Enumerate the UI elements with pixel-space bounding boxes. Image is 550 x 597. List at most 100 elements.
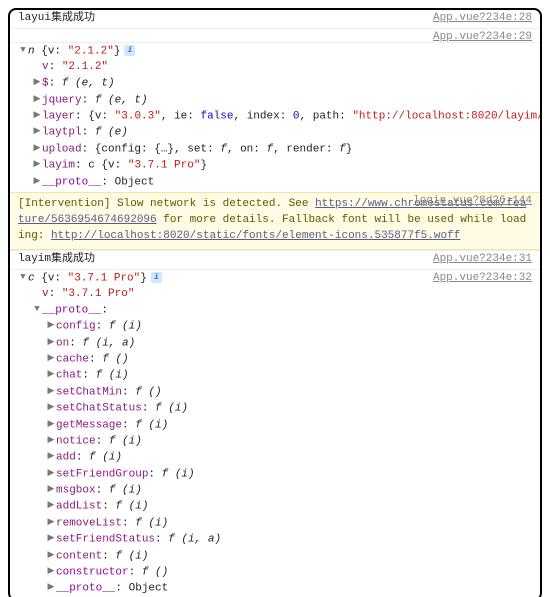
prop-value: f (i)	[115, 501, 148, 513]
prop-value: f (i, a)	[82, 337, 135, 349]
prop-key: v	[42, 61, 49, 73]
prop-value: f (i)	[135, 517, 168, 529]
prop-value: f (i)	[89, 452, 122, 464]
twisty-closed-icon[interactable]: ▶	[46, 336, 56, 349]
twisty-closed-icon[interactable]: ▶	[46, 565, 56, 578]
tree-node[interactable]: v: "3.7.1 Pro"	[18, 287, 532, 303]
prop-value: "2.1.2"	[62, 61, 108, 73]
obj-constructor: c	[28, 272, 41, 284]
twisty-closed-icon[interactable]: ▶	[32, 93, 42, 106]
tree-node[interactable]: ▶layim: c {v: "3.7.1 Pro"}	[18, 158, 532, 174]
prop-value: f ()	[135, 386, 161, 398]
tree-node[interactable]: ▶addList: f (i)	[18, 499, 532, 515]
tree-node[interactable]: v: "2.1.2"	[18, 60, 532, 76]
twisty-open-icon[interactable]: ▼	[18, 44, 28, 57]
tree-node[interactable]: ▶constructor: f ()	[18, 565, 532, 581]
twisty-closed-icon[interactable]: ▶	[46, 352, 56, 365]
tree-node[interactable]: ▶removeList: f (i)	[18, 516, 532, 532]
tree-node[interactable]: ▶__proto__: Object	[18, 175, 532, 191]
obj-constructor: n	[28, 45, 41, 57]
prop-value: f (i)	[115, 550, 148, 562]
twisty-open-icon[interactable]: ▼	[18, 271, 28, 284]
twisty-closed-icon[interactable]: ▶	[46, 532, 56, 545]
tree-node[interactable]: ▶laytpl: f (e)	[18, 125, 532, 141]
prop-value: "3.7.1 Pro"	[62, 288, 135, 300]
twisty-closed-icon[interactable]: ▶	[46, 401, 56, 414]
twisty-closed-icon[interactable]: ▶	[32, 175, 42, 188]
twisty-closed-icon[interactable]: ▶	[46, 467, 56, 480]
twisty-closed-icon[interactable]: ▶	[46, 368, 56, 381]
twisty-closed-icon[interactable]: ▶	[46, 483, 56, 496]
twisty-closed-icon[interactable]: ▶	[46, 418, 56, 431]
prop-key: setFriendGroup	[56, 468, 148, 480]
tree-summary[interactable]: ▼n {v: "2.1.2"}i	[18, 44, 532, 60]
prop-key: chat	[56, 370, 82, 382]
warning-text: [Intervention] Slow network is detected.…	[18, 198, 315, 210]
tree-node[interactable]: ▶getMessage: f (i)	[18, 418, 532, 434]
prop-value: f (i)	[155, 403, 188, 415]
tree-node[interactable]: ▼__proto__:	[18, 303, 532, 319]
twisty-closed-icon[interactable]: ▶	[46, 499, 56, 512]
tree-node[interactable]: ▶config: f (i)	[18, 319, 532, 335]
tree-node[interactable]: ▶on: f (i, a)	[18, 336, 532, 352]
tree-node[interactable]: ▶upload: {config: {…}, set: f, on: f, re…	[18, 142, 532, 158]
tree-node[interactable]: ▶layer: {v: "3.0.3", ie: false, index: 0…	[18, 109, 532, 125]
twisty-closed-icon[interactable]: ▶	[46, 581, 56, 594]
prop-value: f ()	[142, 566, 168, 578]
twisty-closed-icon[interactable]: ▶	[32, 109, 42, 122]
prop-key: removeList	[56, 517, 122, 529]
twisty-open-icon[interactable]: ▼	[32, 303, 42, 316]
prop-key: getMessage	[56, 419, 122, 431]
twisty-closed-icon[interactable]: ▶	[46, 549, 56, 562]
prop-key: content	[56, 550, 102, 562]
tree-node[interactable]: ▶__proto__: Object	[18, 581, 532, 597]
prop-key: cache	[56, 354, 89, 366]
console-object-row: ▼n {v: "2.1.2"}iv: "2.1.2"▶$: f (e, t)▶j…	[10, 42, 540, 192]
twisty-closed-icon[interactable]: ▶	[46, 319, 56, 332]
tree-node[interactable]: ▶notice: f (i)	[18, 434, 532, 450]
tree-node[interactable]: ▶msgbox: f (i)	[18, 483, 532, 499]
tree-node[interactable]: ▶cache: f ()	[18, 352, 532, 368]
tree-node[interactable]: ▶add: f (i)	[18, 450, 532, 466]
prop-value: f (i)	[109, 321, 142, 333]
prop-value: f (i)	[135, 419, 168, 431]
tree-node[interactable]: ▶jquery: f (e, t)	[18, 93, 532, 109]
tree-node[interactable]: ▶chat: f (i)	[18, 368, 532, 384]
prop-value: f (i)	[109, 435, 142, 447]
prop-key: __proto__	[42, 304, 101, 316]
console-warning-row: login.vue?8d26:144 [Intervention] Slow ne…	[10, 192, 540, 250]
tree-node[interactable]: ▶setFriendStatus: f (i, a)	[18, 532, 532, 548]
twisty-closed-icon[interactable]: ▶	[46, 450, 56, 463]
info-icon[interactable]: i	[151, 272, 162, 283]
tree-node[interactable]: ▶setChatMin: f ()	[18, 385, 532, 401]
tree-node[interactable]: ▶$: f (e, t)	[18, 76, 532, 92]
twisty-closed-icon[interactable]: ▶	[46, 385, 56, 398]
twisty-closed-icon[interactable]: ▶	[32, 158, 42, 171]
prop-value: Object	[115, 176, 155, 188]
twisty-closed-icon[interactable]: ▶	[32, 125, 42, 138]
twisty-closed-icon[interactable]: ▶	[32, 76, 42, 89]
prop-value: f (e, t)	[62, 78, 115, 90]
twisty-closed-icon[interactable]: ▶	[46, 434, 56, 447]
prop-key: addList	[56, 501, 102, 513]
source-link[interactable]: App.vue?234e:31	[433, 252, 532, 268]
tree-node[interactable]: ▶setChatStatus: f (i)	[18, 401, 532, 417]
source-link[interactable]: login.vue?8d26:144	[413, 194, 532, 210]
prop-key: laytpl	[42, 127, 82, 139]
warning-link[interactable]: http://localhost:8020/static/fonts/eleme…	[51, 230, 460, 242]
prop-key: on	[56, 337, 69, 349]
console-log-row: App.vue?234e:28layui集成成功	[10, 10, 540, 28]
console-object-row: App.vue?234e:32▼c {v: "3.7.1 Pro"}iv: "3…	[10, 269, 540, 597]
prop-key: setChatStatus	[56, 403, 142, 415]
source-link[interactable]: App.vue?234e:32	[433, 271, 532, 287]
tree-node[interactable]: ▶setFriendGroup: f (i)	[18, 467, 532, 483]
source-link[interactable]: App.vue?234e:28	[433, 11, 532, 27]
prop-key: v	[42, 288, 49, 300]
twisty-closed-icon[interactable]: ▶	[32, 142, 42, 155]
prop-value: f (e, t)	[95, 94, 148, 106]
prop-value: Object	[129, 583, 169, 595]
prop-key: jquery	[42, 94, 82, 106]
tree-node[interactable]: ▶content: f (i)	[18, 549, 532, 565]
prop-key: msgbox	[56, 485, 96, 497]
info-icon[interactable]: i	[124, 45, 135, 56]
